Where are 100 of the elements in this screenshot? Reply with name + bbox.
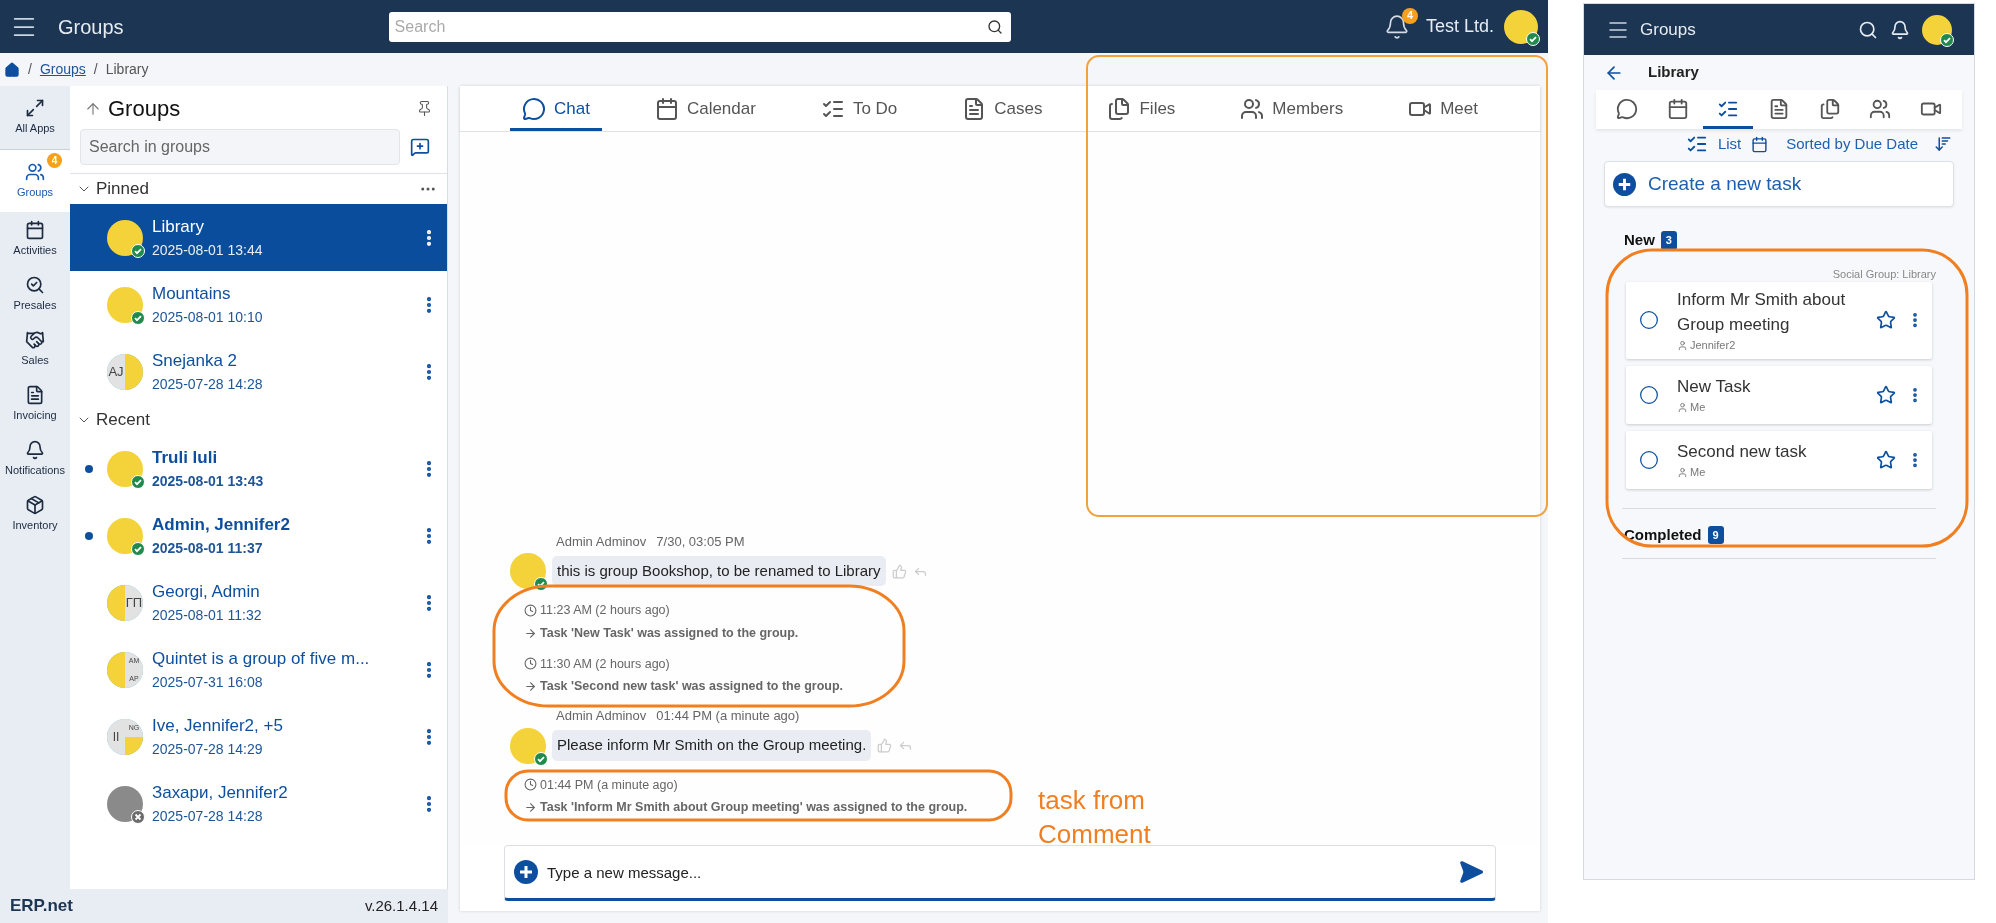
notifications-icon[interactable] <box>1890 19 1910 40</box>
avatar-picture <box>107 219 143 256</box>
event-time: 11:23 AM (2 hours ago) <box>540 602 670 619</box>
document-icon <box>25 385 45 406</box>
count-badge: 4 <box>47 153 62 168</box>
tab[interactable]: Files <box>1095 89 1188 131</box>
calendar-icon <box>654 96 679 121</box>
separator: / <box>93 60 98 79</box>
star-icon[interactable] <box>1876 449 1896 470</box>
speech-bubble-icon <box>1616 98 1638 120</box>
group-date: 2025-08-01 13:43 <box>152 471 265 491</box>
group-row[interactable]: Library 2025-08-01 13:44 <box>70 204 447 271</box>
event-text: Task 'Second new task' was assigned to the group. <box>540 678 843 696</box>
tab[interactable]: To Do <box>808 89 910 131</box>
avatar-picture <box>107 517 143 554</box>
section-heading: Pinned <box>96 178 149 201</box>
logo: ERP.net <box>10 895 73 918</box>
plus-icon <box>514 860 538 884</box>
version-text: v.26.1.4.14 <box>364 895 438 916</box>
add-button[interactable] <box>514 860 538 884</box>
search-icon[interactable] <box>986 18 1003 35</box>
task-title: Inform Mr Smith about Group meeting <box>1677 289 1847 336</box>
search-icon[interactable] <box>1858 19 1878 40</box>
star-icon[interactable] <box>1876 310 1896 331</box>
separator: / <box>28 60 32 79</box>
tab[interactable]: Calendar <box>642 89 768 131</box>
nav-item[interactable]: Activities <box>0 212 70 267</box>
group-date: 2025-08-01 11:32 <box>152 605 263 625</box>
group-date: 2025-08-01 13:44 <box>152 240 264 260</box>
nav-item[interactable]: Notifications <box>0 432 70 487</box>
task-checkbox[interactable] <box>1639 449 1659 470</box>
task-card[interactable]: New Task Me <box>1626 365 1932 424</box>
nav-item[interactable]: Presales <box>0 267 70 322</box>
message-bubble: Please inform Mr Smith on the Group meeting. <box>552 730 872 761</box>
avatar-picture <box>510 727 546 764</box>
group-name: Mountains <box>152 283 232 306</box>
group-date: 2025-07-28 14:29 <box>152 739 264 759</box>
files-icon <box>1818 98 1841 120</box>
send-icon[interactable] <box>1458 859 1484 885</box>
group-name: Georgi, Admin <box>152 581 261 604</box>
notification-count: 4 <box>1401 7 1418 24</box>
avatar-initials: ГП <box>125 584 143 621</box>
task-checkbox[interactable] <box>1639 310 1659 331</box>
search-field[interactable]: Search in groups <box>80 129 400 165</box>
home-icon[interactable] <box>4 61 20 78</box>
arrow-icon <box>524 626 537 640</box>
message-bubble: this is group Bookshop, to be renamed to Library <box>552 555 886 587</box>
group-name: Admin, Jennifer2 <box>152 514 291 537</box>
group-name: Truli luli <box>152 447 219 470</box>
author-name: Admin Adminov <box>556 707 647 725</box>
create-task-button[interactable]: Create a new task <box>1604 161 1954 207</box>
tab[interactable]: Cases <box>950 89 1055 131</box>
clock-icon <box>524 778 537 792</box>
section-heading: Recent <box>96 409 150 432</box>
group-date: 2025-08-01 10:10 <box>152 307 264 327</box>
clock-icon <box>524 603 537 617</box>
star-icon[interactable] <box>1876 384 1896 405</box>
count-badge: 3 <box>1660 231 1677 250</box>
event-text: Task 'Inform Mr Smith about Group meeting' was assigned to the group. <box>540 799 968 817</box>
group-date: 2025-08-01 11:37 <box>152 538 264 558</box>
nav-item[interactable]: Inventory <box>0 487 70 542</box>
group-date: 2025-07-31 16:08 <box>152 672 264 692</box>
speech-bubble-icon <box>522 96 546 121</box>
task-source: Social Group: Library <box>1832 266 1936 282</box>
online-badge <box>1526 31 1540 46</box>
people-icon <box>25 161 45 182</box>
task-card[interactable]: Inform Mr Smith about Group meeting Jennifer2 <box>1626 282 1932 359</box>
count-badge: 9 <box>1707 525 1724 544</box>
people-icon <box>1240 96 1265 121</box>
new-chat-icon[interactable] <box>410 137 430 157</box>
calendar-icon[interactable] <box>1751 135 1769 153</box>
person-icon <box>1677 466 1688 478</box>
person-icon <box>1677 401 1688 413</box>
group-date: 2025-07-28 14:28 <box>152 374 264 394</box>
sort-option[interactable]: Sorted by Due Date <box>1786 132 1918 156</box>
expand-arrows-icon <box>25 98 45 119</box>
tab[interactable]: Meet <box>1396 89 1490 131</box>
task-title: Second new task <box>1677 440 1808 463</box>
group-name: Quintet is a group of five m... <box>152 648 371 671</box>
task-card[interactable]: Second new task Me <box>1626 430 1932 489</box>
calendar-icon <box>25 220 45 241</box>
search-field[interactable]: Search <box>388 11 1011 42</box>
magnifier-icon <box>25 275 45 296</box>
avatar-picture <box>1504 9 1538 44</box>
task-title: New Task <box>1677 375 1752 398</box>
sort-icon[interactable] <box>1934 135 1952 153</box>
bell-icon <box>25 440 45 461</box>
pin-icon[interactable] <box>416 100 433 117</box>
avatar-initials: AJ <box>107 353 125 390</box>
nav-item[interactable]: Invoicing <box>0 377 70 432</box>
arrow-icon <box>524 680 537 694</box>
avatar-initials: II <box>107 718 125 755</box>
breadcrumb-link[interactable]: Groups <box>39 59 86 80</box>
view-option[interactable]: List <box>1717 132 1742 156</box>
avatar-picture <box>107 785 143 822</box>
nav-item[interactable]: Sales <box>0 322 70 377</box>
nav-item[interactable]: Groups 4 <box>0 150 70 212</box>
people-icon <box>1869 98 1892 120</box>
task-checkbox[interactable] <box>1639 384 1659 405</box>
tab[interactable]: Members <box>1228 89 1356 131</box>
